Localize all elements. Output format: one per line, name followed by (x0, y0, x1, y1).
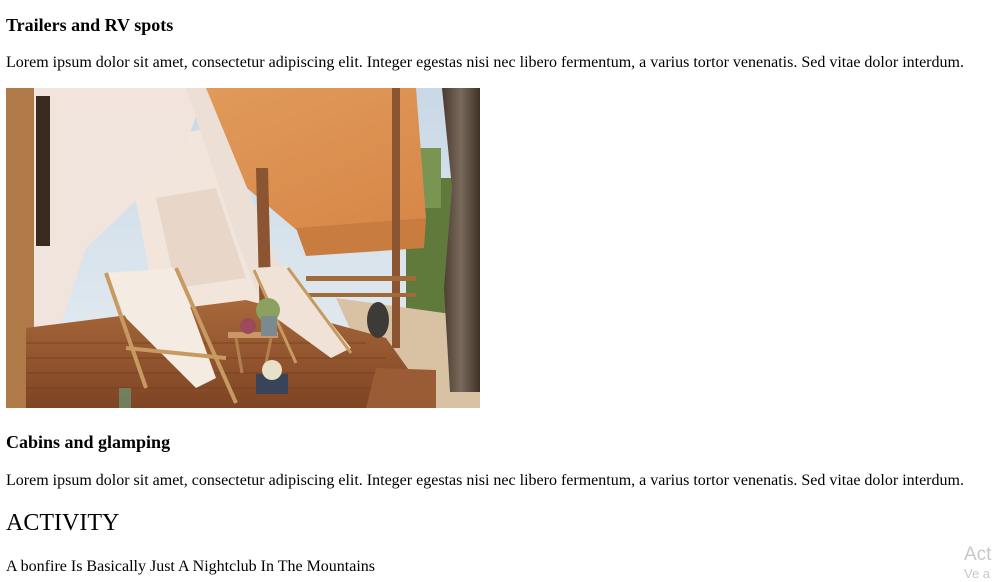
section-text-cabins: Lorem ipsum dolor sit amet, consectetur … (6, 472, 964, 489)
watermark-line-2: Ve a (964, 566, 991, 581)
activate-windows-watermark: Act Ve a (964, 544, 991, 582)
activity-heading: ACTIVITY (6, 510, 120, 536)
section-text-trailers: Lorem ipsum dolor sit amet, consectetur … (6, 54, 964, 71)
activity-item: A bonfire Is Basically Just A Nightclub … (6, 558, 376, 575)
section-title-cabins: Cabins and glamping (6, 432, 171, 452)
watermark-line-1: Act (964, 544, 992, 565)
glamping-tent-photo (6, 88, 480, 408)
section-title-trailers: Trailers and RV spots (6, 15, 174, 35)
